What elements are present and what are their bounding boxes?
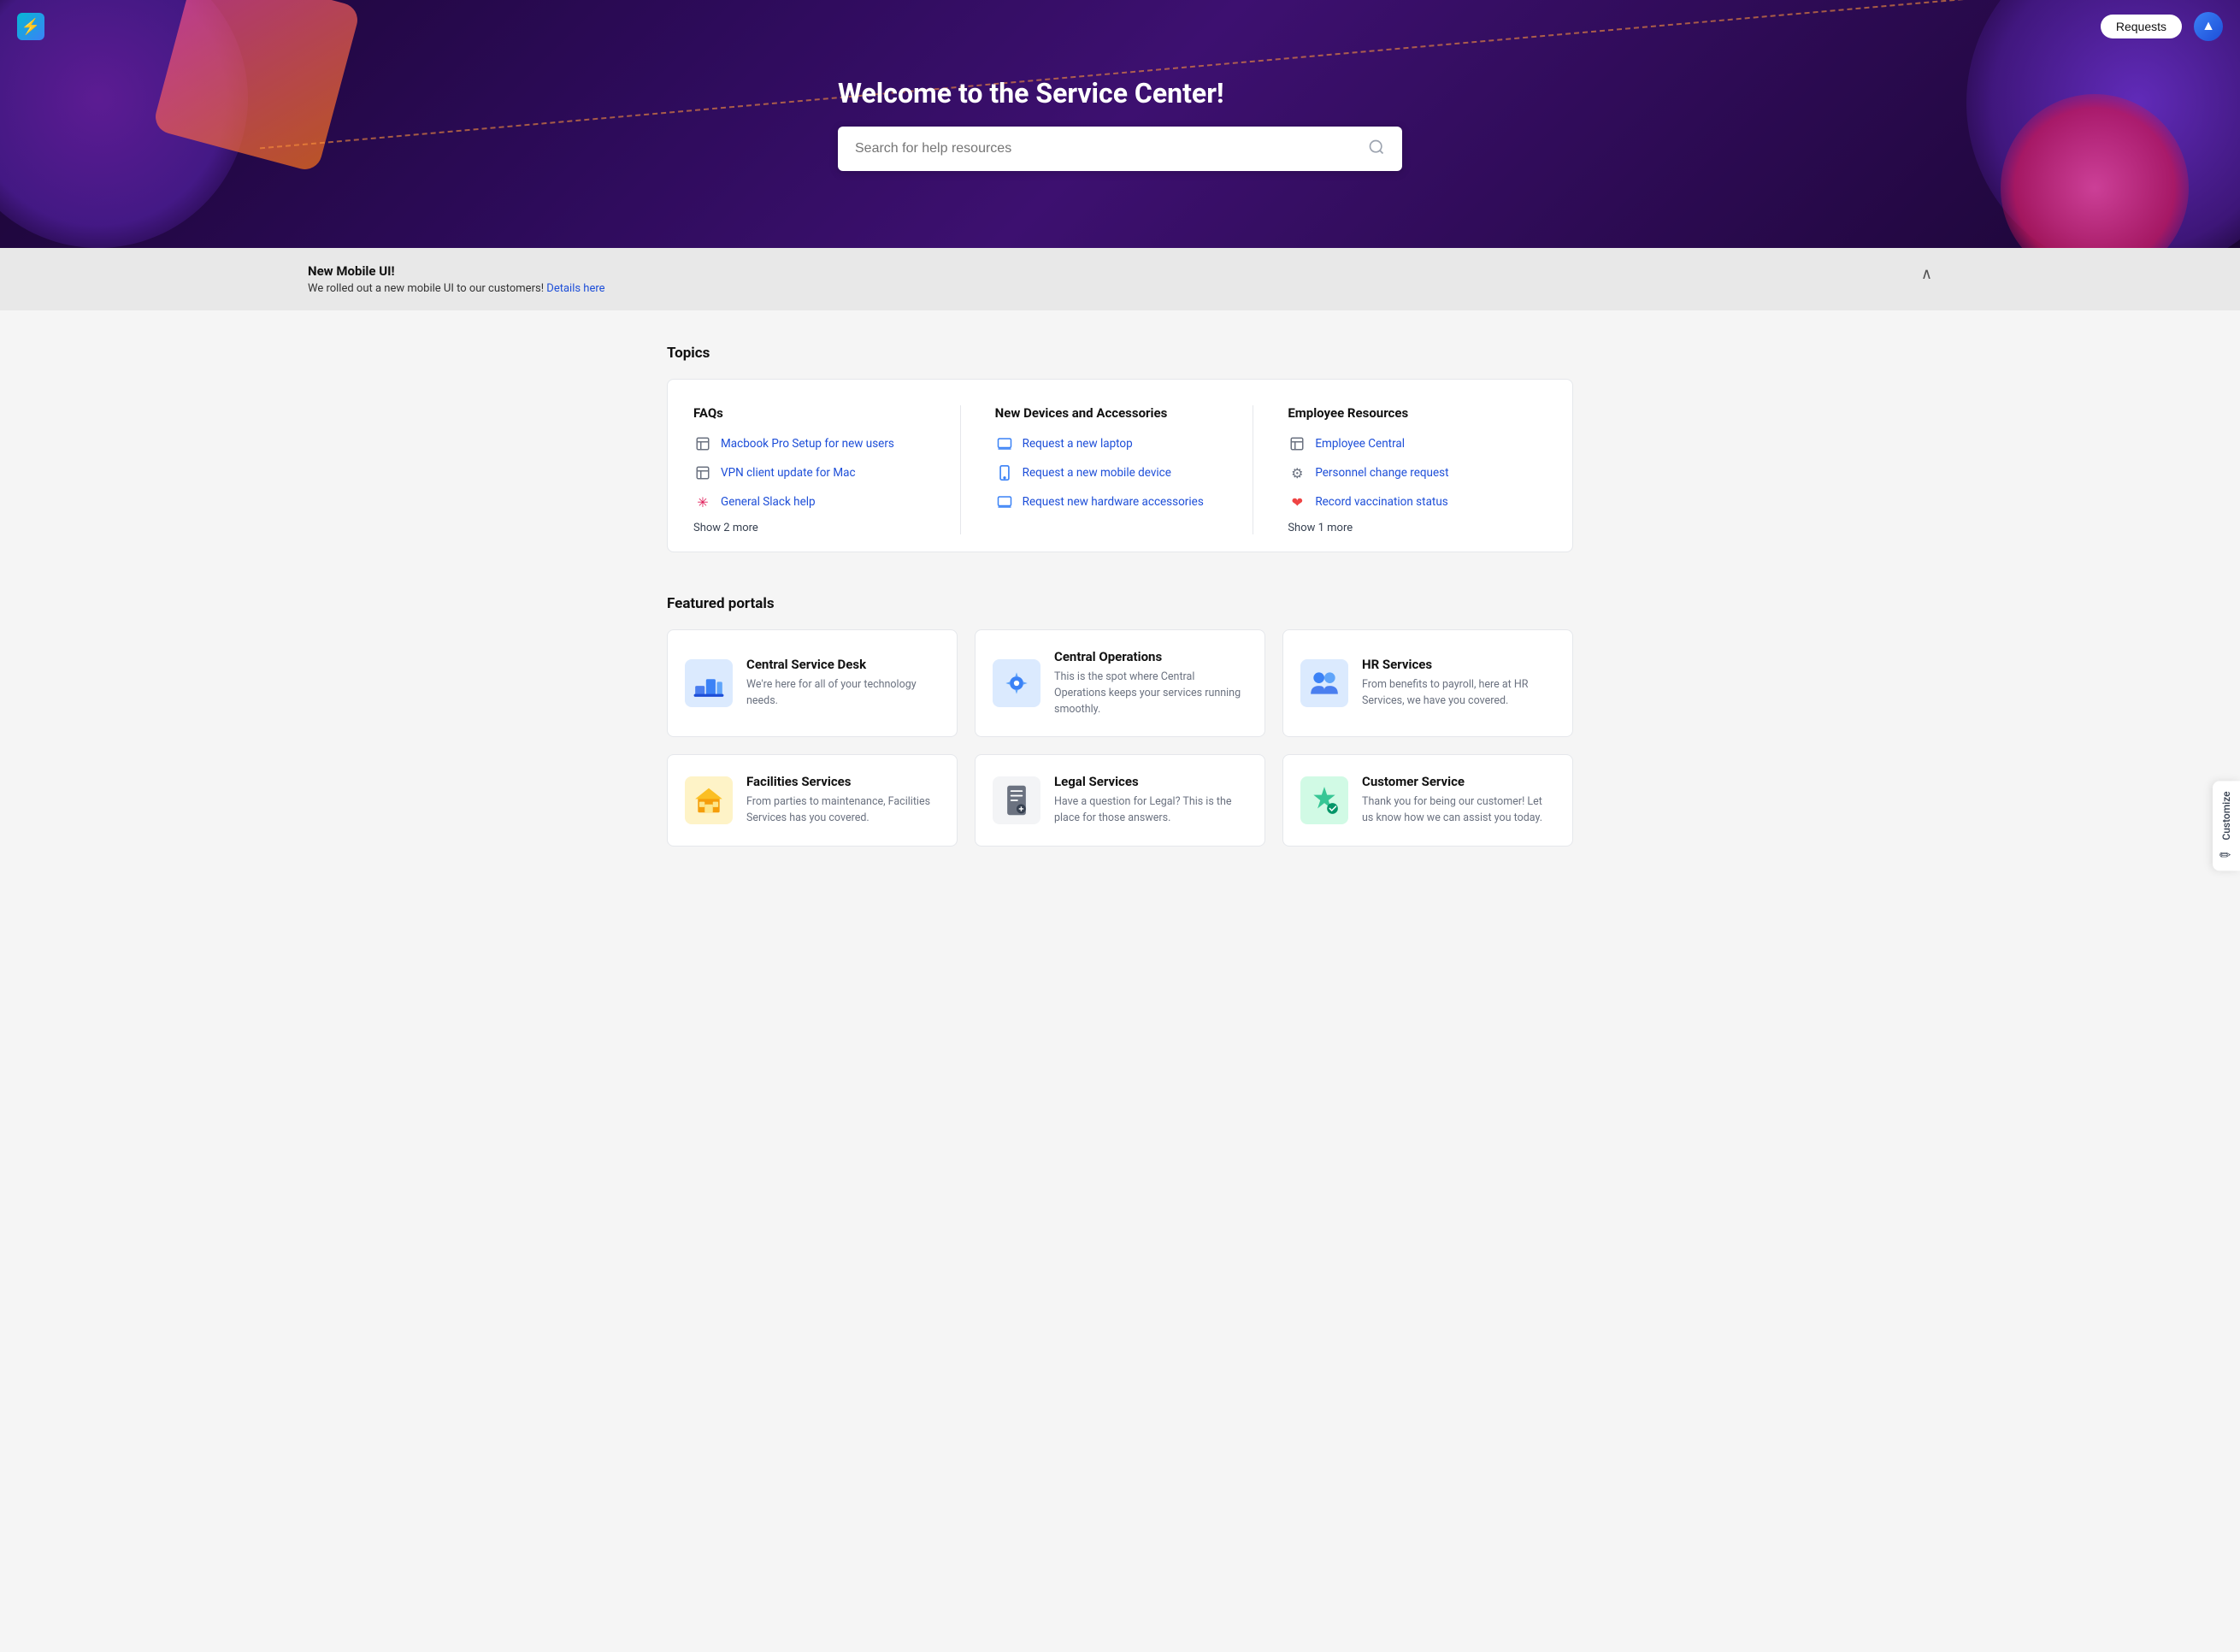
topic-item[interactable]: Employee Central <box>1288 434 1547 453</box>
portal-info-central-ops: Central Operations This is the spot wher… <box>1054 649 1247 717</box>
portal-card-customer-service[interactable]: Customer Service Thank you for being our… <box>1282 754 1573 847</box>
show-more-employee[interactable]: Show 1 more <box>1288 522 1547 534</box>
portal-info-service-desk: Central Service Desk We're here for all … <box>746 657 940 710</box>
portal-title: HR Services <box>1362 657 1555 672</box>
top-navigation: ⚡ Requests ▲ <box>0 0 2240 53</box>
portal-info-legal: Legal Services Have a question for Legal… <box>1054 774 1247 827</box>
topics-card: FAQs Macbook Pro Setup for new users VPN… <box>667 379 1573 552</box>
topic-icon <box>693 463 712 482</box>
topics-section-title: Topics <box>667 345 1573 362</box>
banner-collapse-icon[interactable]: ∧ <box>1921 265 1932 283</box>
topic-item[interactable]: VPN client update for Mac <box>693 463 934 482</box>
user-avatar-button[interactable]: ▲ <box>2194 12 2223 41</box>
portal-description: This is the spot where Central Operation… <box>1054 670 1247 717</box>
portal-description: From parties to maintenance, Facilities … <box>746 794 940 827</box>
devices-column-title: New Devices and Accessories <box>995 405 1228 421</box>
portal-icon-legal <box>993 776 1040 824</box>
portal-description: Have a question for Legal? This is the p… <box>1054 794 1247 827</box>
main-content: Topics FAQs Macbook Pro Setup for new us… <box>650 310 1590 898</box>
portal-icon-customer-service <box>1300 776 1348 824</box>
hero-content: Welcome to the Service Center! <box>821 77 1419 171</box>
search-icon <box>1368 139 1385 159</box>
portal-title: Central Operations <box>1054 649 1247 664</box>
portal-icon-central-ops <box>993 659 1040 707</box>
app-logo[interactable]: ⚡ <box>17 13 44 40</box>
portal-info-facilities: Facilities Services From parties to main… <box>746 774 940 827</box>
topics-column-faqs: FAQs Macbook Pro Setup for new users VPN… <box>693 405 961 534</box>
pencil-icon: ✏ <box>2219 847 2233 861</box>
portal-card-legal[interactable]: Legal Services Have a question for Legal… <box>975 754 1265 847</box>
portal-card-service-desk[interactable]: Central Service Desk We're here for all … <box>667 629 958 737</box>
topic-item[interactable]: ❤ Record vaccination status <box>1288 493 1547 511</box>
portal-icon-service-desk <box>685 659 733 707</box>
banner-link[interactable]: Details here <box>546 282 604 295</box>
employee-column-title: Employee Resources <box>1288 405 1547 421</box>
topic-icon <box>693 434 712 453</box>
vaccination-icon: ❤ <box>1288 493 1306 511</box>
portal-info-hr: HR Services From benefits to payroll, he… <box>1362 657 1555 710</box>
mobile-icon <box>995 463 1014 482</box>
customize-label: Customize <box>2220 791 2232 840</box>
topic-item[interactable]: ⚙ Personnel change request <box>1288 463 1547 482</box>
portal-description: Thank you for being our customer! Let us… <box>1362 794 1555 827</box>
portal-card-central-ops[interactable]: Central Operations This is the spot wher… <box>975 629 1265 737</box>
topic-item[interactable]: Request new hardware accessories <box>995 493 1228 511</box>
portals-grid: Central Service Desk We're here for all … <box>667 629 1573 847</box>
portal-title: Legal Services <box>1054 774 1247 789</box>
requests-button[interactable]: Requests <box>2101 15 2182 38</box>
portal-icon-hr <box>1300 659 1348 707</box>
nav-right-area: Requests ▲ <box>2101 12 2223 41</box>
announcement-banner: New Mobile UI! We rolled out a new mobil… <box>0 248 2240 310</box>
portal-title: Central Service Desk <box>746 657 940 672</box>
employee-central-icon <box>1288 434 1306 453</box>
topic-item[interactable]: Request a new mobile device <box>995 463 1228 482</box>
portals-section-title: Featured portals <box>667 595 1573 612</box>
portal-icon-facilities <box>685 776 733 824</box>
faqs-column-title: FAQs <box>693 405 934 421</box>
topics-column-devices: New Devices and Accessories Request a ne… <box>987 405 1254 534</box>
portal-card-facilities[interactable]: Facilities Services From parties to main… <box>667 754 958 847</box>
portal-title: Facilities Services <box>746 774 940 789</box>
portal-description: From benefits to payroll, here at HR Ser… <box>1362 677 1555 710</box>
show-more-faqs[interactable]: Show 2 more <box>693 522 934 534</box>
portal-title: Customer Service <box>1362 774 1555 789</box>
topic-item[interactable]: Macbook Pro Setup for new users <box>693 434 934 453</box>
laptop-icon <box>995 434 1014 453</box>
hardware-icon <box>995 493 1014 511</box>
banner-content: New Mobile UI! We rolled out a new mobil… <box>308 263 605 295</box>
portal-card-hr-services[interactable]: HR Services From benefits to payroll, he… <box>1282 629 1573 737</box>
search-input[interactable] <box>855 141 1358 156</box>
banner-title: New Mobile UI! <box>308 263 605 279</box>
slack-icon: ✳ <box>693 493 712 511</box>
portal-description: We're here for all of your technology ne… <box>746 677 940 710</box>
portal-info-customer-service: Customer Service Thank you for being our… <box>1362 774 1555 827</box>
customize-tab[interactable]: Customize ✏ <box>2213 781 2240 870</box>
search-bar <box>838 127 1402 171</box>
personnel-icon: ⚙ <box>1288 463 1306 482</box>
topic-item[interactable]: Request a new laptop <box>995 434 1228 453</box>
hero-title: Welcome to the Service Center! <box>838 77 1402 109</box>
hero-section: ⚡ Requests ▲ Welcome to the Service Cent… <box>0 0 2240 248</box>
banner-description: We rolled out a new mobile UI to our cus… <box>308 282 605 295</box>
topic-item[interactable]: ✳ General Slack help <box>693 493 934 511</box>
topics-column-employee: Employee Resources Employee Central ⚙ Pe… <box>1279 405 1547 534</box>
